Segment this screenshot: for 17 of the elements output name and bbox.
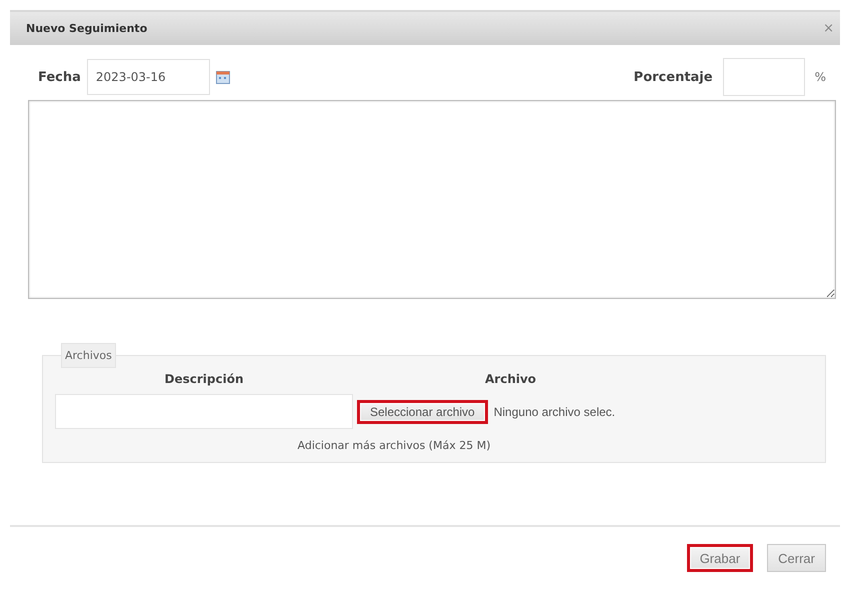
dialog-button[interactable]: Cerrar: [767, 544, 826, 572]
calendar-icon[interactable]: [216, 70, 230, 84]
percent-sign: %: [814, 70, 826, 84]
column-header: Descripción: [164, 371, 244, 388]
field-label: Fecha: [38, 70, 81, 84]
choose-file-button[interactable]: Seleccionar archivo: [357, 400, 488, 424]
field-label: Porcentaje: [634, 70, 713, 84]
files-legend: Archivos: [61, 343, 116, 368]
dialog-title: Nuevo Seguimiento: [26, 22, 148, 35]
comment-field[interactable]: [28, 100, 836, 299]
description-field[interactable]: [55, 394, 353, 429]
percentage-field[interactable]: [722, 58, 805, 96]
dialog-button[interactable]: Grabar: [686, 544, 754, 572]
add-files-link[interactable]: Adicionar más archivos (Máx 25 M): [0, 439, 813, 452]
date-field[interactable]: 2023-03-16: [86, 59, 210, 95]
column-header: Archivo: [484, 371, 538, 388]
file-status: Ninguno archivo selec.: [494, 404, 616, 418]
